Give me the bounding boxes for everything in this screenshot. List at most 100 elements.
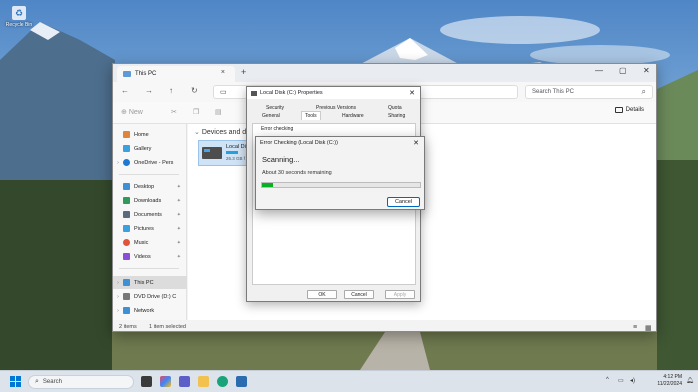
local-disk-c-item[interactable]: Local Disk 26.3 GB f — [198, 140, 248, 166]
task-view-icon[interactable] — [141, 376, 152, 387]
divider — [119, 268, 179, 269]
search-icon: ⌕ — [641, 87, 646, 96]
gallery-icon — [123, 145, 130, 152]
windows-logo-part — [16, 382, 21, 387]
group-header[interactable]: ⌄ Devices and d — [194, 128, 246, 136]
recycle-bin-desktop-icon[interactable]: ♻ Recycle Bin — [4, 6, 34, 28]
dvd-icon — [123, 293, 130, 300]
video-icon — [123, 253, 130, 260]
search-placeholder: Search This PC — [532, 89, 574, 95]
windows-logo-part — [10, 382, 15, 387]
chevron-right-icon[interactable]: › — [113, 294, 123, 300]
scan-status: Scanning... — [262, 155, 300, 164]
network-tray-icon[interactable]: ▭ — [618, 377, 624, 384]
clock-date: 11/22/2024 — [657, 381, 682, 387]
drive-icon — [202, 147, 222, 159]
navigation-pane: Home Gallery › OneDrive - Pers Desktop ✦ … — [113, 124, 187, 320]
notification-icon[interactable]: 🔔︎ — [686, 377, 694, 384]
tab-previous-versions[interactable]: Previous Versions — [316, 105, 356, 111]
details-button[interactable]: Details — [614, 107, 644, 113]
sidebar-item-music[interactable]: Music ✦ — [113, 236, 187, 249]
clock-time: 4:12 PM — [663, 374, 682, 380]
new-button[interactable]: ⊕ New — [121, 108, 143, 116]
paste-icon[interactable]: ▤ — [215, 108, 222, 116]
tab-tools[interactable]: Tools — [301, 111, 321, 120]
sidebar-item-documents[interactable]: Documents ✦ — [113, 208, 187, 221]
sidebar-item-network[interactable]: › Network — [113, 304, 187, 317]
sidebar-item-this-pc[interactable]: › This PC — [113, 276, 187, 289]
network-icon — [123, 307, 130, 314]
copy-icon[interactable]: ❐ — [193, 108, 199, 116]
tile-view-icon[interactable]: ▦ — [645, 324, 652, 332]
pin-icon: ✦ — [176, 211, 181, 218]
new-tab-icon[interactable]: + — [241, 67, 246, 77]
recycle-bin-label: Recycle Bin — [5, 22, 33, 28]
sidebar-item-pictures[interactable]: Pictures ✦ — [113, 222, 187, 235]
cancel-button[interactable]: Cancel — [344, 290, 374, 299]
folder-icon — [123, 71, 131, 77]
sidebar-item-dvd-drive[interactable]: › DVD Drive (D:) C — [113, 290, 187, 303]
pin-icon: ✦ — [176, 239, 181, 246]
tab-title: This PC — [135, 71, 157, 77]
search-input[interactable]: Search This PC ⌕ — [525, 85, 653, 99]
sidebar-item-home[interactable]: Home — [113, 128, 187, 141]
apply-button[interactable]: Apply — [385, 290, 415, 299]
back-icon[interactable]: ← — [121, 86, 129, 95]
download-icon — [123, 197, 130, 204]
store-icon[interactable] — [236, 376, 247, 387]
list-view-icon[interactable]: ≡ — [633, 324, 637, 331]
teams-icon[interactable] — [179, 376, 190, 387]
edge-icon[interactable] — [217, 376, 228, 387]
scan-progress-fill — [262, 183, 274, 187]
desktop-icon — [123, 183, 130, 190]
close-icon[interactable]: ✕ — [409, 89, 415, 97]
taskbar: ⌕ Search ^ ▭ ◂) 4:12 PM 11/22/2024 🔔︎ — [0, 370, 698, 392]
file-explorer-taskbar-icon[interactable] — [198, 376, 209, 387]
sidebar-item-onedrive[interactable]: › OneDrive - Pers — [113, 156, 187, 169]
close-icon[interactable]: ✕ — [413, 139, 419, 147]
drive-icon — [251, 90, 257, 96]
taskbar-search[interactable]: ⌕ Search — [28, 375, 134, 389]
up-icon[interactable]: ↑ — [169, 86, 173, 95]
drive-free-space: 26.3 GB f — [226, 156, 246, 161]
document-icon — [123, 211, 130, 218]
error-checking-dialog: Error Checking (Local Disk (C:)) ✕ Scann… — [255, 136, 425, 210]
drive-usage-bar — [226, 151, 248, 154]
scan-progress-bar — [261, 182, 421, 188]
tab-security[interactable]: Security — [266, 105, 284, 111]
maximize-icon[interactable]: ▢ — [619, 66, 627, 75]
volume-icon[interactable]: ◂) — [630, 377, 635, 384]
properties-title: Local Disk (C:) Properties — [260, 90, 323, 96]
error-checking-heading: Error checking — [261, 126, 294, 132]
tab-hardware[interactable]: Hardware — [342, 113, 364, 119]
tab-quota[interactable]: Quota — [388, 105, 402, 111]
minimize-icon[interactable]: — — [595, 66, 603, 75]
cancel-scan-button[interactable]: Cancel — [387, 197, 420, 207]
sidebar-item-videos[interactable]: Videos ✦ — [113, 250, 187, 263]
sidebar-item-gallery[interactable]: Gallery — [113, 142, 187, 155]
tab-general[interactable]: General — [262, 113, 280, 119]
start-button[interactable] — [10, 376, 21, 387]
cut-icon[interactable]: ✂ — [171, 108, 177, 116]
pin-icon: ✦ — [176, 253, 181, 260]
sidebar-item-desktop[interactable]: Desktop ✦ — [113, 180, 187, 193]
chevron-right-icon[interactable]: › — [113, 308, 123, 314]
refresh-icon[interactable]: ↻ — [191, 86, 198, 95]
chevron-right-icon[interactable]: › — [113, 280, 123, 286]
close-window-icon[interactable]: ✕ — [643, 66, 650, 75]
sidebar-item-downloads[interactable]: Downloads ✦ — [113, 194, 187, 207]
chevron-up-icon[interactable]: ^ — [606, 377, 609, 383]
tab-sharing[interactable]: Sharing — [388, 113, 405, 119]
pictures-icon — [123, 225, 130, 232]
ok-button[interactable]: OK — [307, 290, 337, 299]
time-remaining: About 30 seconds remaining — [262, 170, 332, 176]
chevron-right-icon[interactable]: › — [113, 160, 123, 166]
monitor-icon: ▭ — [220, 89, 227, 96]
pin-icon: ✦ — [176, 225, 181, 232]
tab-this-pc[interactable]: This PC × — [117, 66, 235, 82]
close-tab-icon[interactable]: × — [221, 69, 225, 76]
details-pane-icon — [614, 107, 623, 113]
clock[interactable]: 4:12 PM 11/22/2024 — [652, 374, 682, 388]
copilot-icon[interactable] — [160, 376, 171, 387]
forward-icon[interactable]: → — [145, 86, 153, 95]
